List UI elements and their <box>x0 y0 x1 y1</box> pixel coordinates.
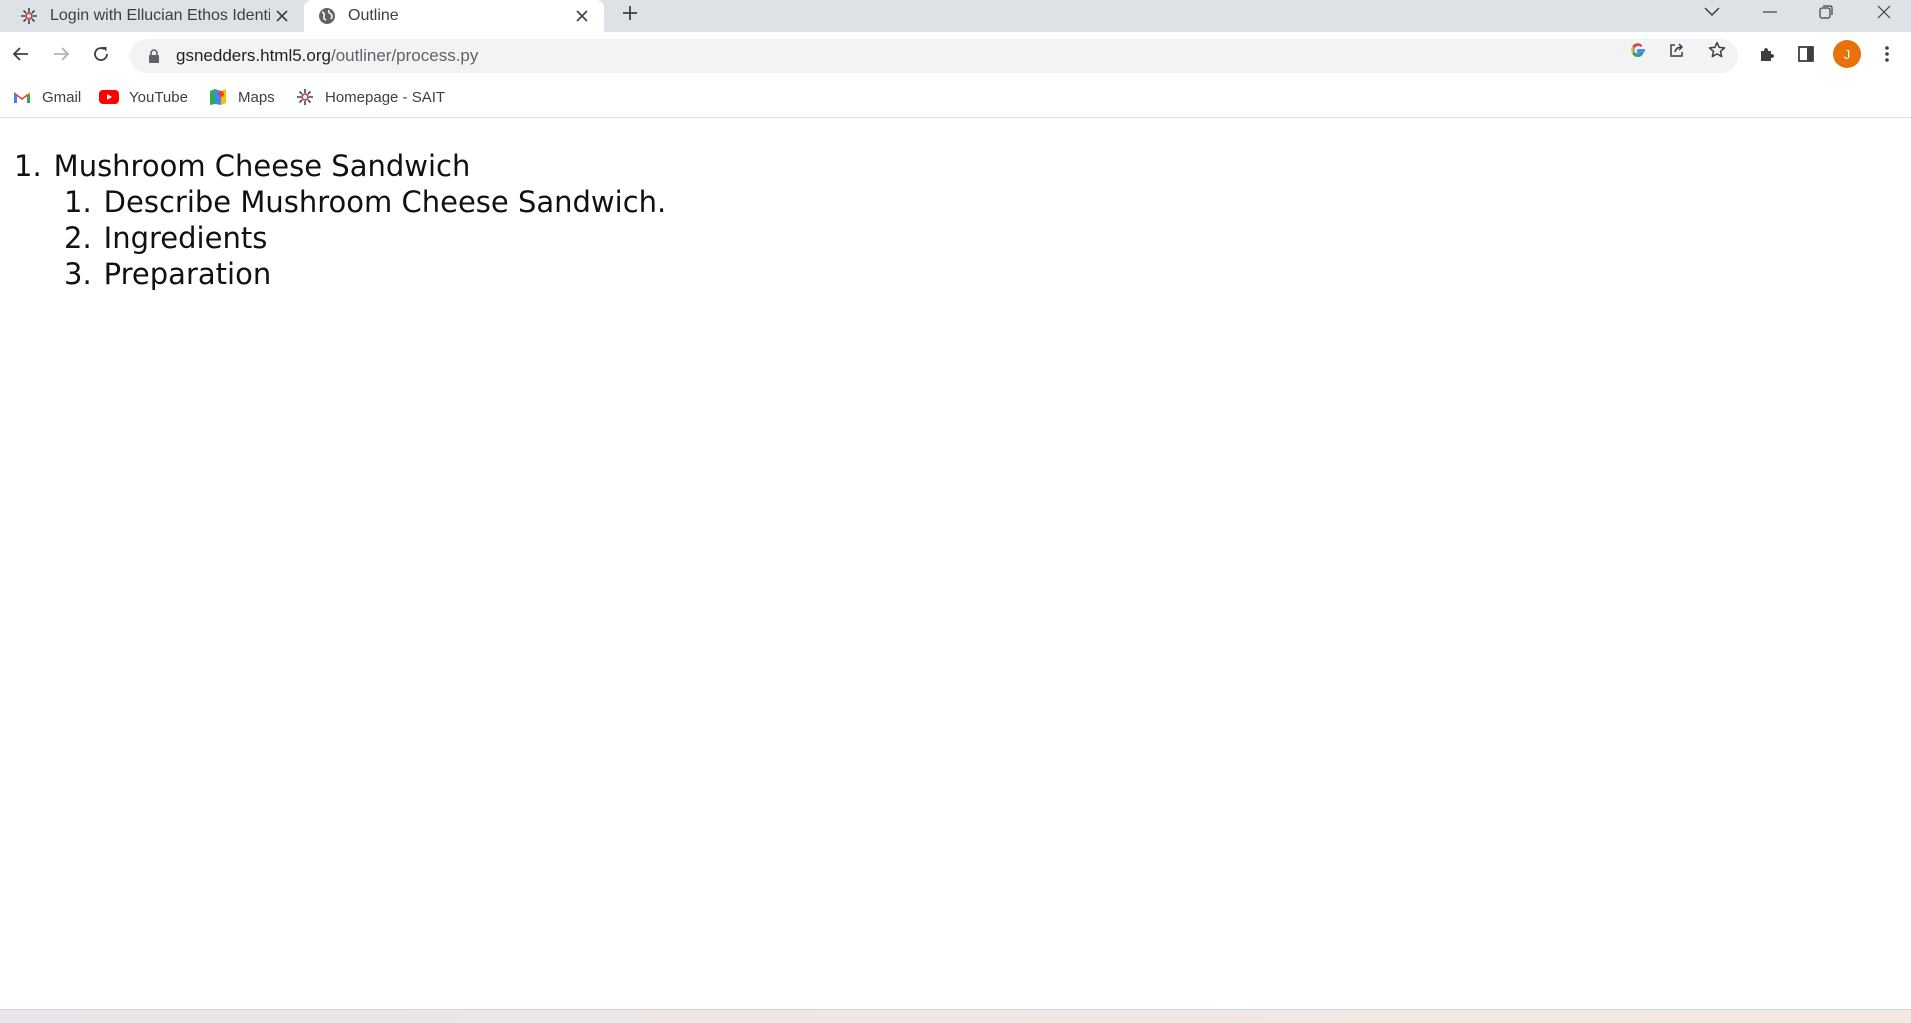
google-icon[interactable] <box>1625 40 1651 60</box>
bookmark-youtube[interactable]: YouTube <box>99 85 188 109</box>
ellucian-logo-icon <box>20 7 38 25</box>
minimize-icon <box>1763 11 1777 13</box>
globe-icon <box>318 7 336 25</box>
minimize-button[interactable] <box>1747 0 1793 24</box>
browser-menu-button[interactable] <box>1872 39 1902 69</box>
outline-sub-item: 2. Ingredients <box>64 221 267 255</box>
tab-login[interactable]: Login with Ellucian Ethos Identity <box>0 0 304 32</box>
lock-icon[interactable] <box>146 48 162 64</box>
browser-toolbar: gsnedders.html5.org/outliner/process.py … <box>0 32 1911 78</box>
bookmark-label: Homepage - SAIT <box>325 88 446 106</box>
reload-button[interactable] <box>86 39 116 69</box>
maps-icon <box>208 88 228 106</box>
chevron-down-icon <box>1704 7 1720 17</box>
page-content: 1. Mushroom Cheese Sandwich 1. Describe Mu… <box>0 119 1911 1009</box>
tab-search-button[interactable] <box>1689 0 1735 24</box>
bookmark-label: Gmail <box>42 88 82 106</box>
bookmark-label: YouTube <box>129 88 188 106</box>
outline-number: 2. <box>64 221 92 255</box>
close-icon[interactable] <box>570 4 594 28</box>
close-icon <box>1877 5 1891 19</box>
reload-icon <box>94 47 108 61</box>
gmail-icon <box>12 88 32 106</box>
bookmark-maps[interactable]: Maps <box>208 85 275 109</box>
tab-title: Outline <box>348 7 399 24</box>
outline-number: 1. <box>64 185 92 219</box>
new-tab-button[interactable] <box>616 0 644 26</box>
tab-outline[interactable]: Outline <box>304 0 604 32</box>
outline-sub-item: 3. Preparation <box>64 257 271 291</box>
bookmark-gmail[interactable]: Gmail <box>12 85 81 109</box>
outline-title: Preparation <box>103 257 272 291</box>
plus-icon <box>623 6 637 20</box>
tab-title: Login with Ellucian Ethos Identity <box>50 7 270 24</box>
ellucian-logo-icon <box>295 88 315 106</box>
close-icon[interactable] <box>270 4 294 28</box>
tab-strip: Login with Ellucian Ethos Identity Outli… <box>0 0 1911 32</box>
outline-number: 1. <box>14 149 42 183</box>
restore-button[interactable] <box>1803 0 1849 24</box>
bookmark-homepage-sait[interactable]: Homepage - SAIT <box>295 85 445 109</box>
bookmark-star-icon[interactable] <box>1704 40 1730 60</box>
profile-button[interactable]: J <box>1832 39 1862 69</box>
outline-sub-item: 1. Describe Mushroom Cheese Sandwich. <box>64 185 666 219</box>
restore-icon <box>1819 5 1833 19</box>
outline-title: Ingredients <box>103 221 268 255</box>
back-button[interactable] <box>6 39 36 69</box>
bookmarks-bar: Gmail YouTube Maps Homepage - SAIT <box>0 78 1911 118</box>
outline-title: Mushroom Cheese Sandwich <box>53 149 471 183</box>
outline-number: 3. <box>64 257 92 291</box>
share-icon[interactable] <box>1664 40 1690 60</box>
kebab-menu-icon <box>1885 46 1889 62</box>
outline-root-item: 1. Mushroom Cheese Sandwich <box>14 149 470 183</box>
side-panel-icon <box>1798 46 1814 62</box>
url-text: gsnedders.html5.org/outliner/process.py <box>176 46 478 66</box>
arrow-right-icon <box>54 47 70 61</box>
os-taskbar <box>0 1009 1911 1023</box>
url-path: /outliner/process.py <box>330 46 479 65</box>
url-domain: gsnedders.html5.org <box>176 46 331 65</box>
side-panel-button[interactable] <box>1791 39 1821 69</box>
close-window-button[interactable] <box>1861 0 1907 24</box>
extensions-button[interactable] <box>1752 39 1782 69</box>
arrow-left-icon <box>12 47 28 61</box>
puzzle-icon <box>1761 48 1774 61</box>
bookmark-label: Maps <box>238 88 275 106</box>
youtube-icon <box>99 88 119 106</box>
address-bar[interactable]: gsnedders.html5.org/outliner/process.py <box>130 39 1738 73</box>
outline-title: Describe Mushroom Cheese Sandwich. <box>103 185 667 219</box>
avatar: J <box>1833 40 1861 68</box>
forward-button[interactable] <box>46 39 76 69</box>
